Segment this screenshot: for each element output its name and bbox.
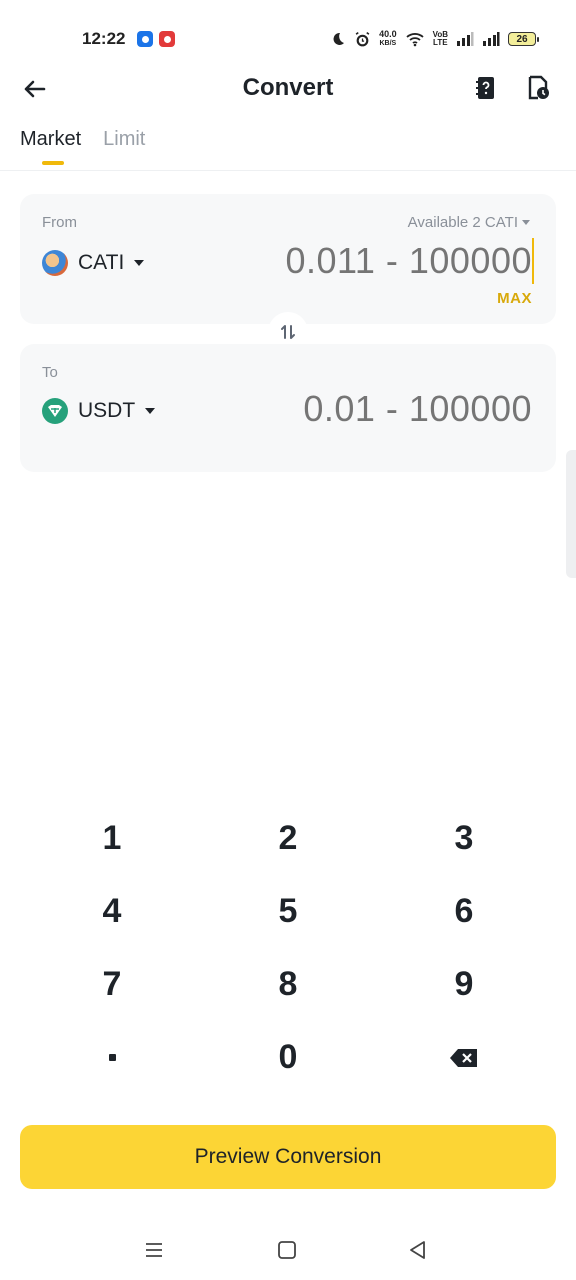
- tab-market-label: Market: [20, 128, 82, 150]
- signal-icon-2: [483, 32, 500, 46]
- net-speed-value: 40.0: [379, 29, 397, 39]
- tabs-divider: [0, 170, 576, 171]
- available-dropdown-icon: [522, 220, 530, 225]
- text-cursor: [531, 238, 534, 284]
- status-app-icons: [137, 31, 176, 47]
- battery-level: 26: [516, 33, 528, 45]
- tab-active-indicator: [42, 161, 64, 165]
- convert-tabs: Market Limit: [20, 128, 145, 165]
- nav-back-button[interactable]: [406, 1238, 430, 1262]
- from-label: From: [42, 214, 77, 231]
- usdt-coin-icon: [42, 398, 68, 424]
- to-amount-input[interactable]: [232, 386, 532, 432]
- alarm-icon: [355, 31, 370, 46]
- key-5[interactable]: 5: [200, 875, 376, 948]
- key-8[interactable]: 8: [200, 948, 376, 1021]
- available-balance[interactable]: Available 2 CATI: [408, 214, 530, 231]
- moon-icon: [333, 32, 345, 45]
- status-time: 12:22: [82, 29, 126, 48]
- volte-bottom: LTE: [433, 38, 448, 47]
- system-nav-bar: [0, 1228, 576, 1272]
- to-card: To USDT: [20, 344, 556, 472]
- net-speed: 40.0 KB/S: [379, 30, 397, 48]
- to-asset-name: USDT: [78, 399, 136, 422]
- key-9[interactable]: 9: [376, 948, 552, 1021]
- preview-conversion-button[interactable]: Preview Conversion: [20, 1125, 556, 1189]
- order-book-button[interactable]: [472, 74, 500, 102]
- key-6[interactable]: 6: [376, 875, 552, 948]
- signal-icon-1: [457, 32, 474, 46]
- key-0[interactable]: 0: [200, 1021, 376, 1094]
- preview-conversion-label: Preview Conversion: [194, 1145, 382, 1168]
- to-asset-selector[interactable]: USDT: [42, 398, 156, 424]
- volte-label: VoB LTE: [433, 31, 448, 47]
- key-2[interactable]: 2: [200, 802, 376, 875]
- from-asset-name: CATI: [78, 251, 125, 274]
- numeric-keypad: 1 2 3 4 5 6 7 8 9 0: [24, 802, 552, 1094]
- status-indicators: 40.0 KB/S VoB LTE 26: [330, 30, 539, 48]
- decimal-point-icon: [108, 1054, 116, 1061]
- key-7[interactable]: 7: [24, 948, 200, 1021]
- home-square-icon: [278, 1241, 296, 1259]
- nav-recents-button[interactable]: [142, 1238, 166, 1262]
- available-balance-text: Available 2 CATI: [407, 214, 518, 231]
- menu-icon: [146, 1243, 162, 1257]
- history-icon: [528, 75, 549, 100]
- order-book-icon: [476, 77, 494, 99]
- battery-icon: 26: [508, 32, 539, 46]
- key-1[interactable]: 1: [24, 802, 200, 875]
- backspace-icon: [450, 1048, 477, 1067]
- from-amount-input[interactable]: [232, 238, 532, 284]
- key-decimal[interactable]: [24, 1021, 200, 1094]
- key-backspace[interactable]: [376, 1021, 552, 1094]
- video-app-icon: [159, 31, 176, 47]
- key-3[interactable]: 3: [376, 802, 552, 875]
- from-asset-dropdown-icon: [134, 260, 145, 266]
- scroll-indicator: [566, 450, 576, 578]
- nav-home-button[interactable]: [275, 1238, 299, 1262]
- tab-limit-label: Limit: [103, 128, 146, 150]
- tab-market[interactable]: Market: [20, 128, 81, 165]
- triangle-back-icon: [410, 1241, 425, 1259]
- key-4[interactable]: 4: [24, 875, 200, 948]
- tab-limit[interactable]: Limit: [103, 128, 145, 165]
- net-speed-unit: KB/S: [379, 40, 397, 47]
- from-card: From Available 2 CATI CATI MAX: [20, 194, 556, 324]
- wifi-icon: [405, 33, 424, 47]
- cati-coin-icon: [42, 250, 68, 276]
- from-asset-selector[interactable]: CATI: [42, 250, 145, 276]
- header: Convert: [0, 60, 576, 120]
- moon-app-icon: [137, 31, 154, 47]
- to-label: To: [42, 364, 58, 381]
- history-button[interactable]: [524, 74, 552, 102]
- swap-arrows-icon: [281, 325, 295, 339]
- to-asset-dropdown-icon: [145, 408, 156, 414]
- max-button[interactable]: MAX: [497, 290, 532, 307]
